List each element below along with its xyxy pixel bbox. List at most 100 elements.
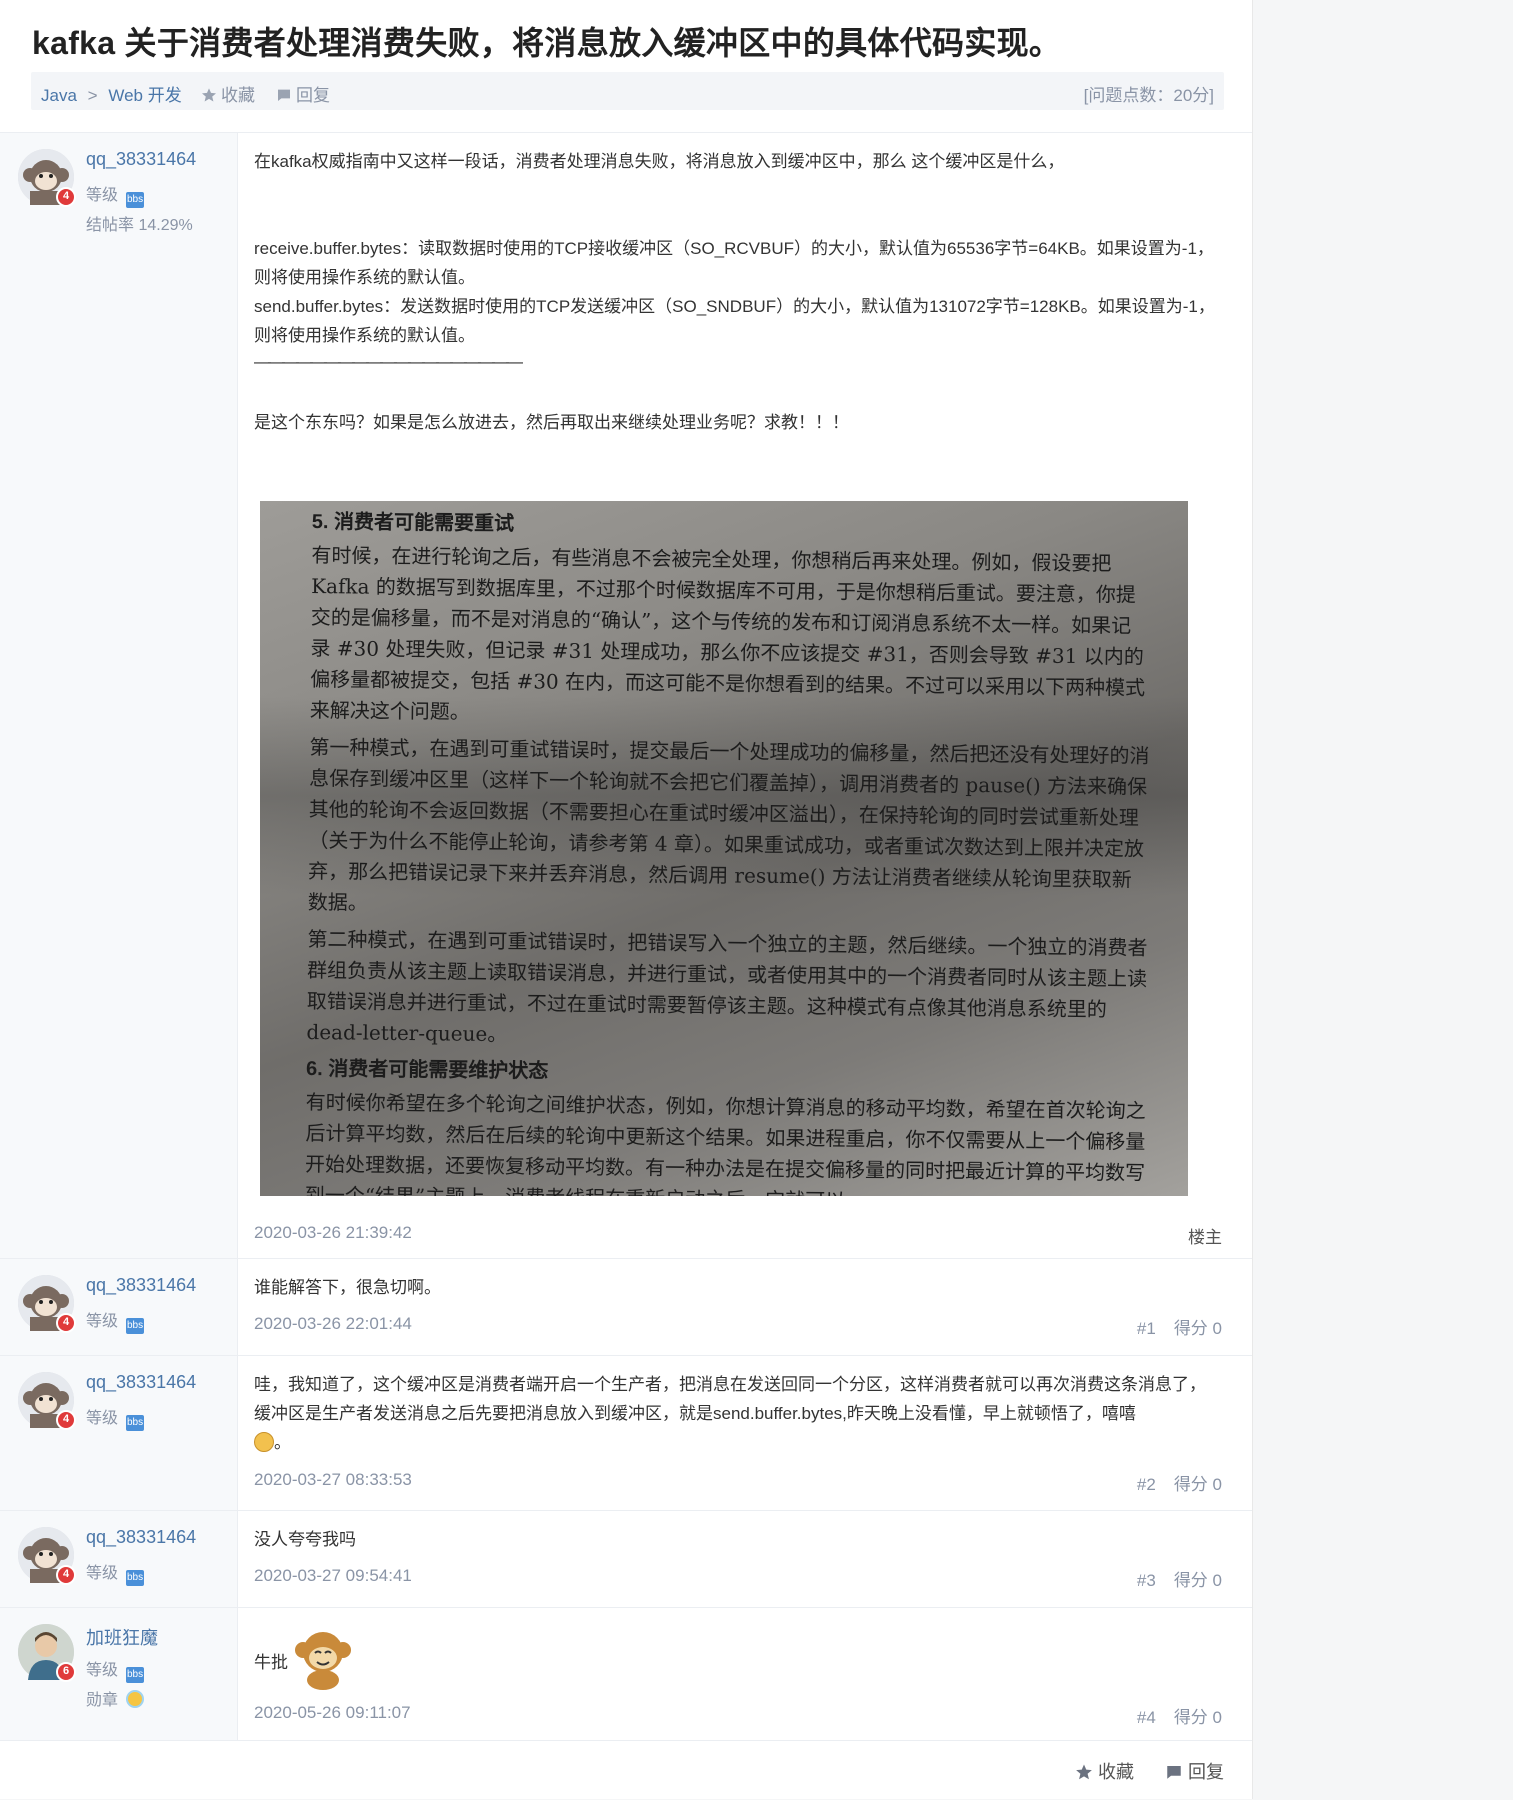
post-paragraph-divider: ———————————————————: [254, 352, 523, 371]
author-username[interactable]: qq_38331464: [86, 1275, 196, 1296]
reply-time: 2020-03-27 09:54:41: [254, 1566, 412, 1585]
medal-icon[interactable]: [126, 1690, 145, 1708]
comment-icon: [278, 89, 290, 101]
breadcrumb-separator: >: [87, 86, 98, 105]
reply-link[interactable]: 回复: [276, 81, 330, 106]
post-paragraph: 是这个东东吗？如果是怎么放进去，然后再取出来继续处理业务呢？求教！！！: [254, 413, 849, 432]
avatar[interactable]: 4: [18, 1527, 76, 1585]
reply-meta: #4 得分 0: [1137, 1703, 1222, 1728]
bottom-action-bar: 收藏 回复: [0, 1740, 1252, 1800]
years-badge: 4: [56, 1565, 76, 1585]
photo-paragraph: 第一种模式，在遇到可重试错误时，提交最后一个处理成功的偏移量，然后把还没有处理好…: [307, 734, 1150, 915]
thread-meta-bar: Java > Web 开发 收藏 回复 [问题点数：20分]: [31, 72, 1224, 110]
author-sidebar: 4 qq_38331464 等级 bbs: [0, 1511, 238, 1608]
years-badge: 4: [56, 187, 76, 207]
reply-post: 4 qq_38331464 等级 bbs 哇，我知道了，这个缓冲区是消费者端开启一…: [0, 1355, 1252, 1511]
photo-paragraph: 第二种模式，在遇到可重试错误时，把错误写入一个独立的主题，然后继续。一个独立的消…: [306, 926, 1148, 1047]
monkey-emoji-icon: [294, 1632, 351, 1690]
book-page-photo[interactable]: 5. 消费者可能需要重试 有时候，在进行轮询之后，有些消息不会被完全处理，你想稍…: [260, 501, 1188, 1196]
reply-meta: #1 得分 0: [1137, 1314, 1222, 1339]
reply-meta: #2 得分 0: [1137, 1470, 1222, 1495]
question-points: [问题点数：20分]: [1083, 86, 1214, 105]
reply-time: 2020-05-26 09:11:07: [254, 1703, 411, 1722]
reply-text: 牛批: [254, 1653, 288, 1672]
reply-meta: #3 得分 0: [1137, 1566, 1222, 1591]
medal-row: 勋章: [86, 1686, 145, 1710]
bottom-reply-button[interactable]: 回复: [1165, 1758, 1224, 1784]
op-role: 楼主: [1188, 1228, 1222, 1247]
star-icon: [202, 88, 216, 102]
author-username[interactable]: qq_38331464: [86, 149, 196, 170]
floor-number[interactable]: #4: [1137, 1708, 1156, 1727]
post-paragraph: 在kafka权威指南中又这样一段话，消费者处理消息失败，将消息放入到缓冲区中，那…: [254, 152, 1065, 171]
floor-number[interactable]: #1: [1137, 1319, 1156, 1338]
post-body: 在kafka权威指南中又这样一段话，消费者处理消息失败，将消息放入到缓冲区中，那…: [254, 147, 1222, 437]
level-icon[interactable]: bbs: [126, 1318, 145, 1334]
level-row: 等级 bbs: [86, 1656, 145, 1683]
comment-icon: [1167, 1766, 1181, 1779]
years-badge: 4: [56, 1313, 76, 1333]
reply-time: 2020-03-27 08:33:53: [254, 1470, 412, 1489]
level-label: 等级: [86, 1313, 119, 1330]
floor-number[interactable]: #3: [1137, 1571, 1156, 1590]
years-badge: 4: [56, 1410, 76, 1430]
breadcrumb: Java > Web 开发: [41, 81, 182, 106]
reply-post: 4 qq_38331464 等级 bbs 谁能解答下，很急切啊。 2020-03-…: [0, 1258, 1252, 1356]
photo-paragraph: 有时候，在进行轮询之后，有些消息不会被完全处理，你想稍后再来处理。例如，假设要把…: [309, 542, 1146, 724]
reply-body: 牛批: [254, 1628, 1222, 1690]
reply-score: 得分 0: [1173, 1708, 1222, 1727]
author-username[interactable]: qq_38331464: [86, 1372, 196, 1393]
author-sidebar: 4 qq_38331464 等级 bbs: [0, 1356, 238, 1511]
favorite-link[interactable]: 收藏: [201, 81, 255, 106]
reply-text: 谁能解答下，很急切啊。: [254, 1278, 441, 1297]
reply-time: 2020-03-26 22:01:44: [254, 1314, 412, 1333]
level-label: 等级: [86, 187, 119, 204]
avatar[interactable]: 4: [18, 1275, 76, 1333]
reply-score: 得分 0: [1173, 1319, 1222, 1338]
reply-paragraph: 牛批: [254, 1628, 1222, 1690]
level-icon[interactable]: bbs: [126, 1667, 145, 1683]
reply-score: 得分 0: [1173, 1571, 1222, 1590]
level-icon[interactable]: bbs: [126, 1570, 145, 1586]
avatar[interactable]: 6: [18, 1624, 76, 1682]
reply-text-suffix: 。: [274, 1433, 291, 1452]
author-sidebar: 4 qq_38331464 等级 bbs: [0, 1259, 238, 1356]
reply-label: 回复: [296, 86, 330, 105]
grin-emoji-icon: [254, 1432, 274, 1452]
photo-paragraph: 有时候你希望在多个轮询之间维护状态，例如，你想计算消息的移动平均数，希望在首次轮…: [304, 1089, 1146, 1196]
avatar[interactable]: 4: [18, 1372, 76, 1430]
level-row: 等级 bbs: [86, 181, 145, 208]
level-label: 等级: [86, 1565, 119, 1582]
author-username[interactable]: qq_38331464: [86, 1527, 196, 1548]
level-icon[interactable]: bbs: [126, 1415, 145, 1431]
reply-paragraph: 哇，我知道了，这个缓冲区是消费者端开启一个生产者，把消息在发送回同一个分区，这样…: [254, 1370, 1222, 1457]
thread-card: kafka 关于消费者处理消费失败，将消息放入缓冲区中的具体代码实现。 Java…: [0, 0, 1253, 1799]
breadcrumb-child[interactable]: Web 开发: [108, 86, 181, 105]
star-icon: [1076, 1764, 1092, 1780]
photo-text: 5. 消费者可能需要重试 有时候，在进行轮询之后，有些消息不会被完全处理，你想稍…: [305, 505, 1152, 1196]
level-label: 等级: [86, 1410, 119, 1427]
level-label: 等级: [86, 1662, 119, 1679]
reply-post: 4 qq_38331464 等级 bbs 没人夸夸我吗 2020-03-27 09…: [0, 1510, 1252, 1608]
author-username[interactable]: 加班狂魔: [86, 1624, 158, 1650]
post-paragraph: receive.buffer.bytes：读取数据时使用的TCP接收缓冲区（SO…: [254, 239, 1214, 287]
author-sidebar: 6 加班狂魔 等级 bbs 勋章: [0, 1608, 238, 1741]
thread-title: kafka 关于消费者处理消费失败，将消息放入缓冲区中的具体代码实现。: [32, 25, 1062, 61]
post-time: 2020-03-26 21:39:42: [254, 1223, 412, 1242]
level-row: 等级 bbs: [86, 1559, 145, 1586]
reply-score: 得分 0: [1173, 1475, 1222, 1494]
level-row: 等级 bbs: [86, 1404, 145, 1431]
level-icon[interactable]: bbs: [126, 192, 145, 208]
bottom-favorite-button[interactable]: 收藏: [1075, 1758, 1134, 1784]
reply-text: 没人夸夸我吗: [254, 1530, 356, 1549]
bottom-favorite-label: 收藏: [1098, 1762, 1134, 1782]
level-row: 等级 bbs: [86, 1307, 145, 1334]
author-sidebar: 4 qq_38331464 等级 bbs 结帖率 14.29%: [0, 133, 238, 1259]
floor-number[interactable]: #2: [1137, 1475, 1156, 1494]
reply-post: 6 加班狂魔 等级 bbs 勋章 牛批 2020-05-26 09:11:07 #…: [0, 1607, 1252, 1741]
favorite-label: 收藏: [221, 86, 255, 105]
avatar[interactable]: 4: [18, 149, 76, 207]
breadcrumb-parent[interactable]: Java: [41, 86, 77, 105]
reply-text: 哇，我知道了，这个缓冲区是消费者端开启一个生产者，把消息在发送回同一个分区，这样…: [254, 1375, 1206, 1423]
close-rate: 结帖率 14.29%: [86, 217, 193, 234]
